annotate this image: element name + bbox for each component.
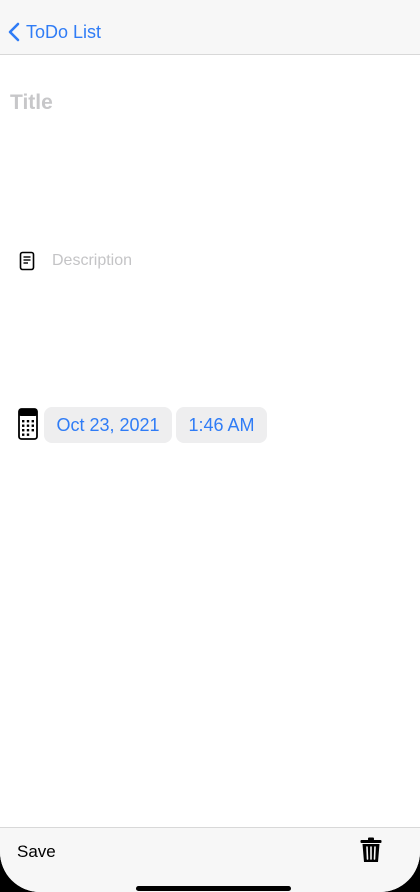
back-label: ToDo List — [26, 21, 102, 42]
navigation-bar: ToDo List — [0, 0, 420, 55]
title-input[interactable] — [10, 86, 410, 120]
bottom-toolbar: Save — [0, 827, 420, 892]
calendar-icon — [18, 408, 38, 440]
chevron-left-icon — [8, 22, 20, 42]
description-input[interactable] — [52, 250, 402, 272]
date-picker-button[interactable]: Oct 23, 2021 — [44, 407, 172, 443]
trash-icon[interactable] — [360, 837, 382, 863]
home-indicator — [136, 886, 291, 891]
back-button[interactable]: ToDo List — [8, 18, 101, 46]
todo-detail-screen: ToDo List Title Description Oct 23, 2021… — [0, 0, 420, 892]
save-button[interactable]: Save — [17, 842, 56, 862]
note-icon — [19, 251, 35, 271]
time-picker-button[interactable]: 1:46 AM — [176, 407, 267, 443]
